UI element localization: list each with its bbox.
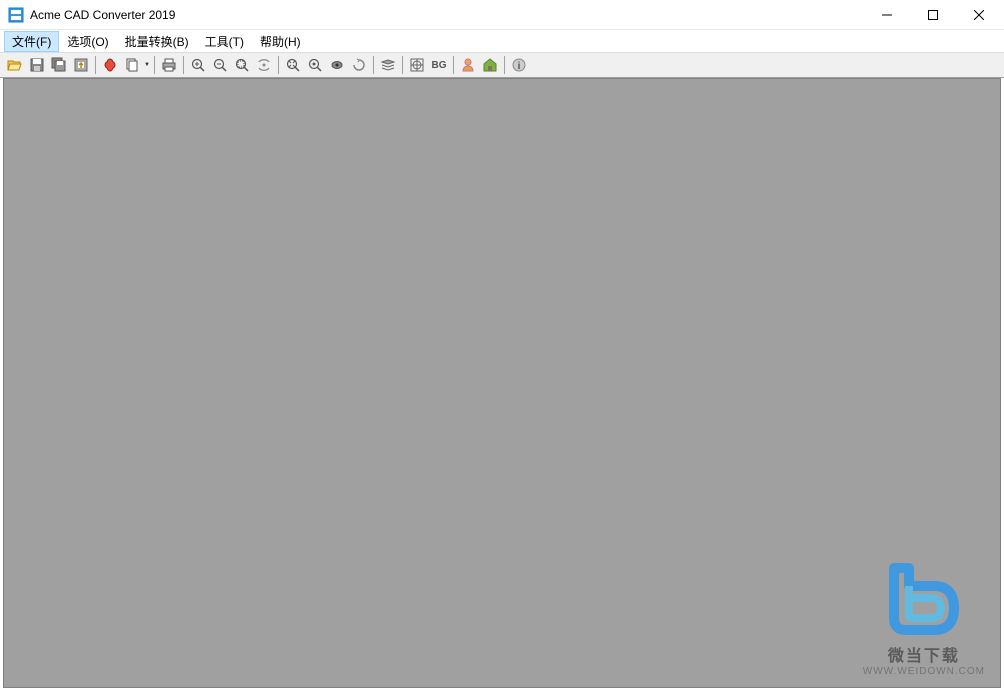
toolbar-separator <box>95 56 96 74</box>
watermark-url: WWW.WEIDOWN.COM <box>863 666 985 677</box>
watermark-text: 微当下载 <box>863 642 985 666</box>
convert-icon[interactable] <box>70 54 92 76</box>
pdf-export-icon[interactable] <box>99 54 121 76</box>
window-controls <box>864 0 1002 30</box>
menu-options[interactable]: 选项(O) <box>59 31 116 52</box>
toolbar-separator <box>402 56 403 74</box>
copy-icon[interactable] <box>121 54 143 76</box>
zoom-in-icon[interactable] <box>187 54 209 76</box>
rotate-icon[interactable] <box>348 54 370 76</box>
zoom-out-icon[interactable] <box>209 54 231 76</box>
toolbar-separator <box>453 56 454 74</box>
maximize-button[interactable] <box>910 0 956 30</box>
close-button[interactable] <box>956 0 1002 30</box>
copy-dropdown-icon[interactable]: ▼ <box>143 62 151 68</box>
bg-button[interactable]: BG <box>428 54 450 76</box>
zoom-dynamic-icon[interactable] <box>253 54 275 76</box>
save-icon[interactable] <box>26 54 48 76</box>
info-icon[interactable]: i <box>508 54 530 76</box>
print-icon[interactable] <box>158 54 180 76</box>
menu-tools[interactable]: 工具(T) <box>197 31 252 52</box>
canvas-workspace[interactable]: 微当下载 WWW.WEIDOWN.COM <box>3 78 1001 688</box>
menu-file[interactable]: 文件(F) <box>4 31 59 52</box>
save-all-icon[interactable] <box>48 54 70 76</box>
watermark-logo-icon <box>879 558 969 638</box>
zoom-extents-icon[interactable] <box>282 54 304 76</box>
titlebar: Acme CAD Converter 2019 <box>0 0 1004 30</box>
layers-icon[interactable] <box>377 54 399 76</box>
window-title: Acme CAD Converter 2019 <box>30 8 864 22</box>
toolbar-separator <box>183 56 184 74</box>
svg-text:i: i <box>518 61 521 72</box>
app-icon <box>8 7 24 23</box>
watermark: 微当下载 WWW.WEIDOWN.COM <box>863 558 985 677</box>
menu-batch[interactable]: 批量转换(B) <box>117 31 197 52</box>
measure-icon[interactable] <box>406 54 428 76</box>
pan-icon[interactable] <box>326 54 348 76</box>
zoom-realtime-icon[interactable] <box>304 54 326 76</box>
open-icon[interactable] <box>4 54 26 76</box>
zoom-window-icon[interactable] <box>231 54 253 76</box>
toolbar-separator <box>504 56 505 74</box>
toolbar-separator <box>154 56 155 74</box>
home-icon[interactable] <box>479 54 501 76</box>
minimize-button[interactable] <box>864 0 910 30</box>
menubar: 文件(F) 选项(O) 批量转换(B) 工具(T) 帮助(H) <box>0 30 1004 52</box>
toolbar-separator <box>373 56 374 74</box>
toolbar: ▼ BG i <box>0 52 1004 78</box>
toolbar-separator <box>278 56 279 74</box>
menu-help[interactable]: 帮助(H) <box>252 31 309 52</box>
user-icon[interactable] <box>457 54 479 76</box>
